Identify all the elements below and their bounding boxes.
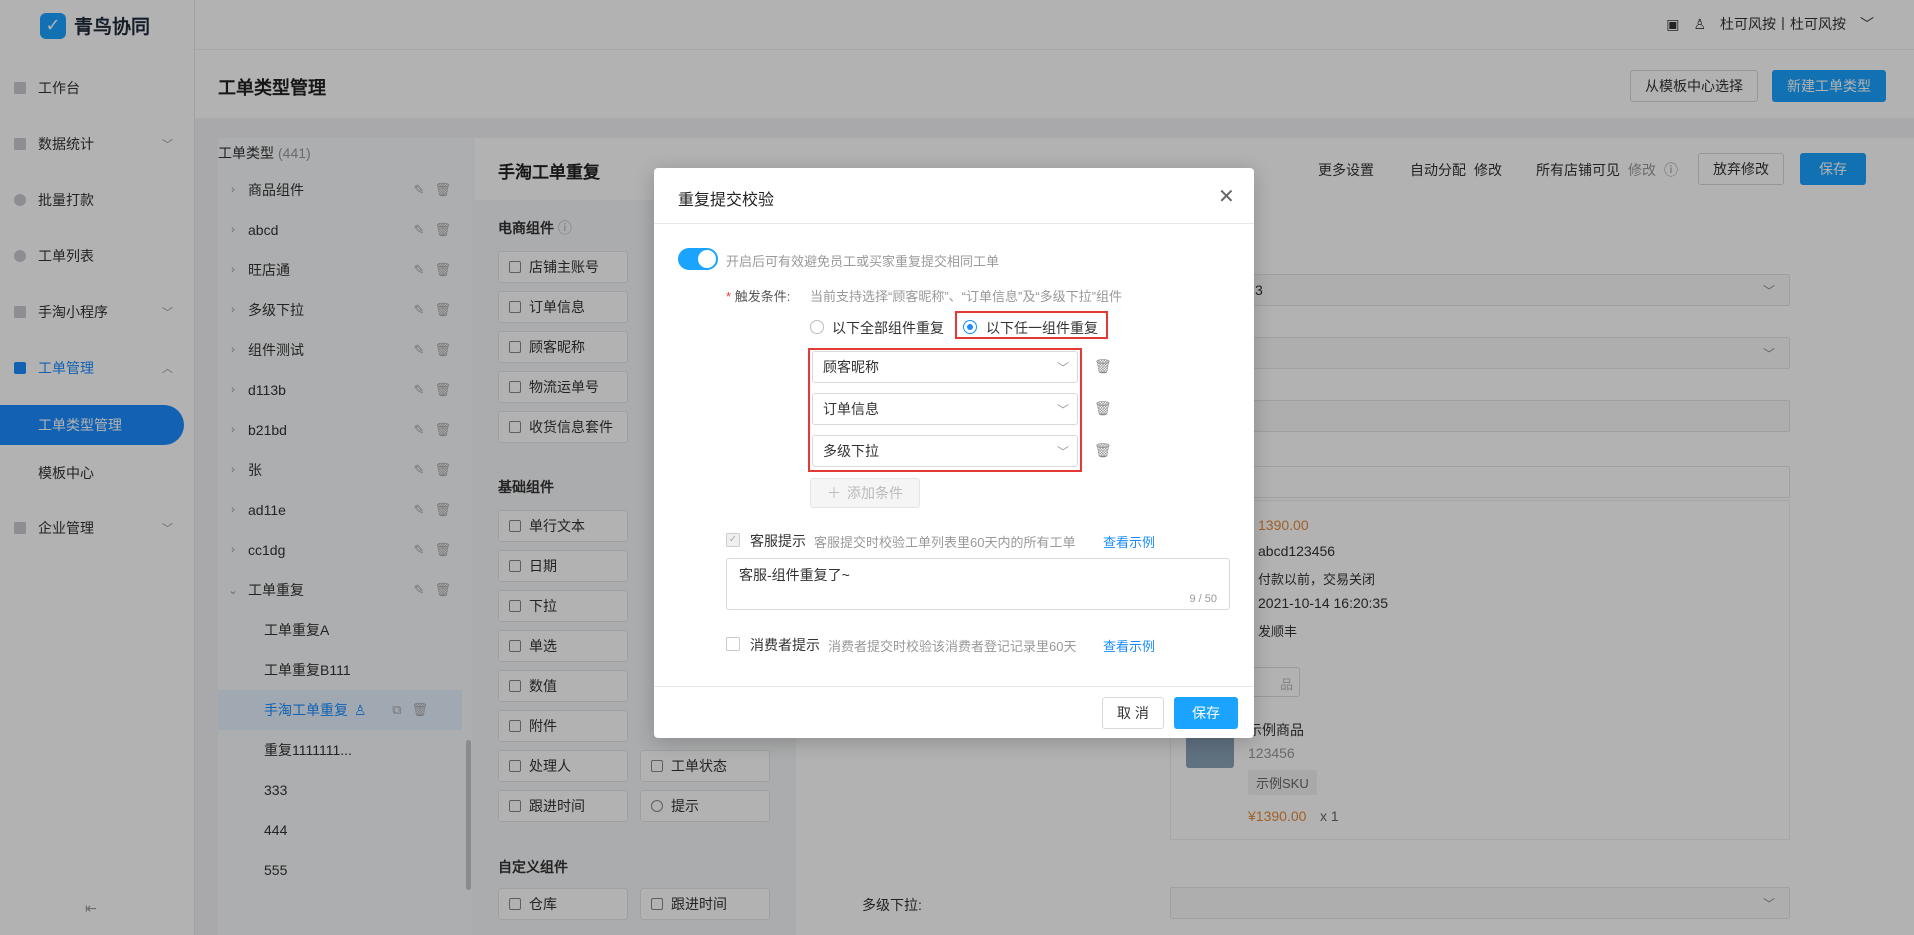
modal-save-button[interactable]: 保存 [1174, 697, 1238, 729]
condition-select[interactable]: 顾客昵称 ﹀ [812, 351, 1078, 383]
radio-any-label[interactable]: 以下任一组件重复 [986, 318, 1098, 338]
plus-icon: ＋ [827, 485, 841, 501]
radio-all[interactable] [810, 320, 824, 334]
char-count: 9 / 50 [1189, 593, 1217, 605]
modal-divider [654, 223, 1254, 224]
chevron-down-icon: ﹀ [1056, 445, 1069, 459]
consumer-tip-checkbox[interactable] [726, 637, 740, 651]
modal-footer-divider [654, 686, 1254, 687]
cs-tip-hint: 客服提交时校验工单列表里60天内的所有工单 [814, 535, 1076, 550]
condition-select[interactable]: 订单信息 ﹀ [812, 393, 1078, 425]
condition-select[interactable]: 多级下拉 ﹀ [812, 435, 1078, 467]
cs-example-link[interactable]: 查看示例 [1103, 532, 1155, 551]
trigger-hint: 当前支持选择“顾客昵称”、“订单信息”及“多级下拉”组件 [810, 289, 1122, 304]
modal-title: 重复提交校验 [678, 192, 775, 209]
consumer-tip-hint: 消费者提交时校验该消费者登记记录里60天 [828, 639, 1077, 654]
cs-tip-checkbox[interactable]: ✓ [726, 533, 740, 547]
cs-tip-textarea[interactable]: 客服-组件重复了~ 9 / 50 [726, 558, 1230, 610]
add-condition-button[interactable]: ＋添加条件 [810, 478, 920, 508]
cs-tip-label: 客服提示 [750, 533, 806, 549]
toggle-hint: 开启后可有效避免员工或买家重复提交相同工单 [726, 254, 1000, 269]
required-mark: * [726, 289, 732, 304]
radio-any[interactable] [963, 320, 977, 334]
trigger-label: * 触发条件: [726, 289, 791, 304]
chevron-down-icon: ﹀ [1056, 361, 1069, 375]
trash-icon[interactable]: 🗑 [1094, 442, 1112, 459]
consumer-example-link[interactable]: 查看示例 [1103, 636, 1155, 655]
consumer-tip-label: 消费者提示 [750, 637, 820, 653]
cancel-button[interactable]: 取 消 [1102, 697, 1164, 729]
radio-all-label[interactable]: 以下全部组件重复 [832, 318, 944, 338]
toggle-knob [698, 250, 716, 268]
duplicate-check-toggle[interactable] [678, 248, 718, 270]
close-icon[interactable]: ✕ [1218, 184, 1235, 209]
chevron-down-icon: ﹀ [1056, 403, 1069, 417]
trash-icon[interactable]: 🗑 [1094, 358, 1112, 375]
trash-icon[interactable]: 🗑 [1094, 400, 1112, 417]
